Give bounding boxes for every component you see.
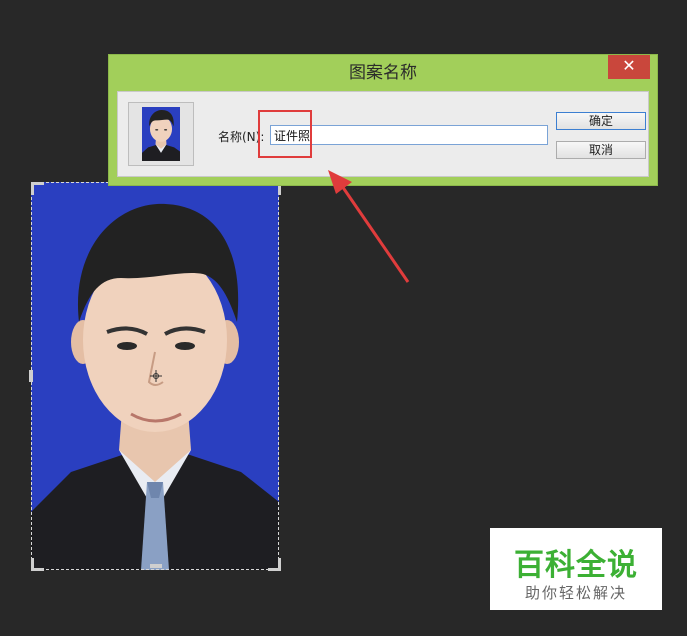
transform-handle-bottom-middle[interactable] (150, 564, 162, 568)
watermark-title: 百科全说 (514, 548, 638, 583)
dialog-title: 图案名称 (349, 63, 417, 83)
ok-button[interactable]: 确定 (556, 112, 646, 130)
cancel-button[interactable]: 取消 (556, 141, 646, 159)
workspace-canvas: 图案名称 ✕ 名称(N): 证件照 确定 取消 百科全说 助你轻松解决 (0, 0, 687, 636)
transform-handle-bottom-right[interactable] (268, 558, 281, 571)
thumbnail-portrait (142, 107, 180, 161)
transform-handle-middle-left[interactable] (29, 370, 33, 382)
crosshair-icon (150, 370, 162, 382)
name-label: 名称(N): (218, 130, 265, 144)
pattern-preview (128, 102, 194, 166)
watermark-subtitle: 助你轻松解决 (524, 584, 627, 602)
close-icon: ✕ (622, 56, 636, 75)
transform-handle-top-left[interactable] (31, 182, 44, 195)
transform-handle-bottom-left[interactable] (31, 558, 44, 571)
watermark-logo: 百科全说 助你轻松解决 (490, 528, 662, 610)
pattern-thumbnail (142, 107, 180, 161)
pattern-name-input[interactable] (270, 125, 548, 145)
dialog-body: 名称(N): 确定 取消 (117, 91, 649, 177)
pattern-name-dialog: 图案名称 ✕ 名称(N): 证件照 确定 取消 (108, 54, 658, 186)
close-button[interactable]: ✕ (608, 55, 650, 79)
